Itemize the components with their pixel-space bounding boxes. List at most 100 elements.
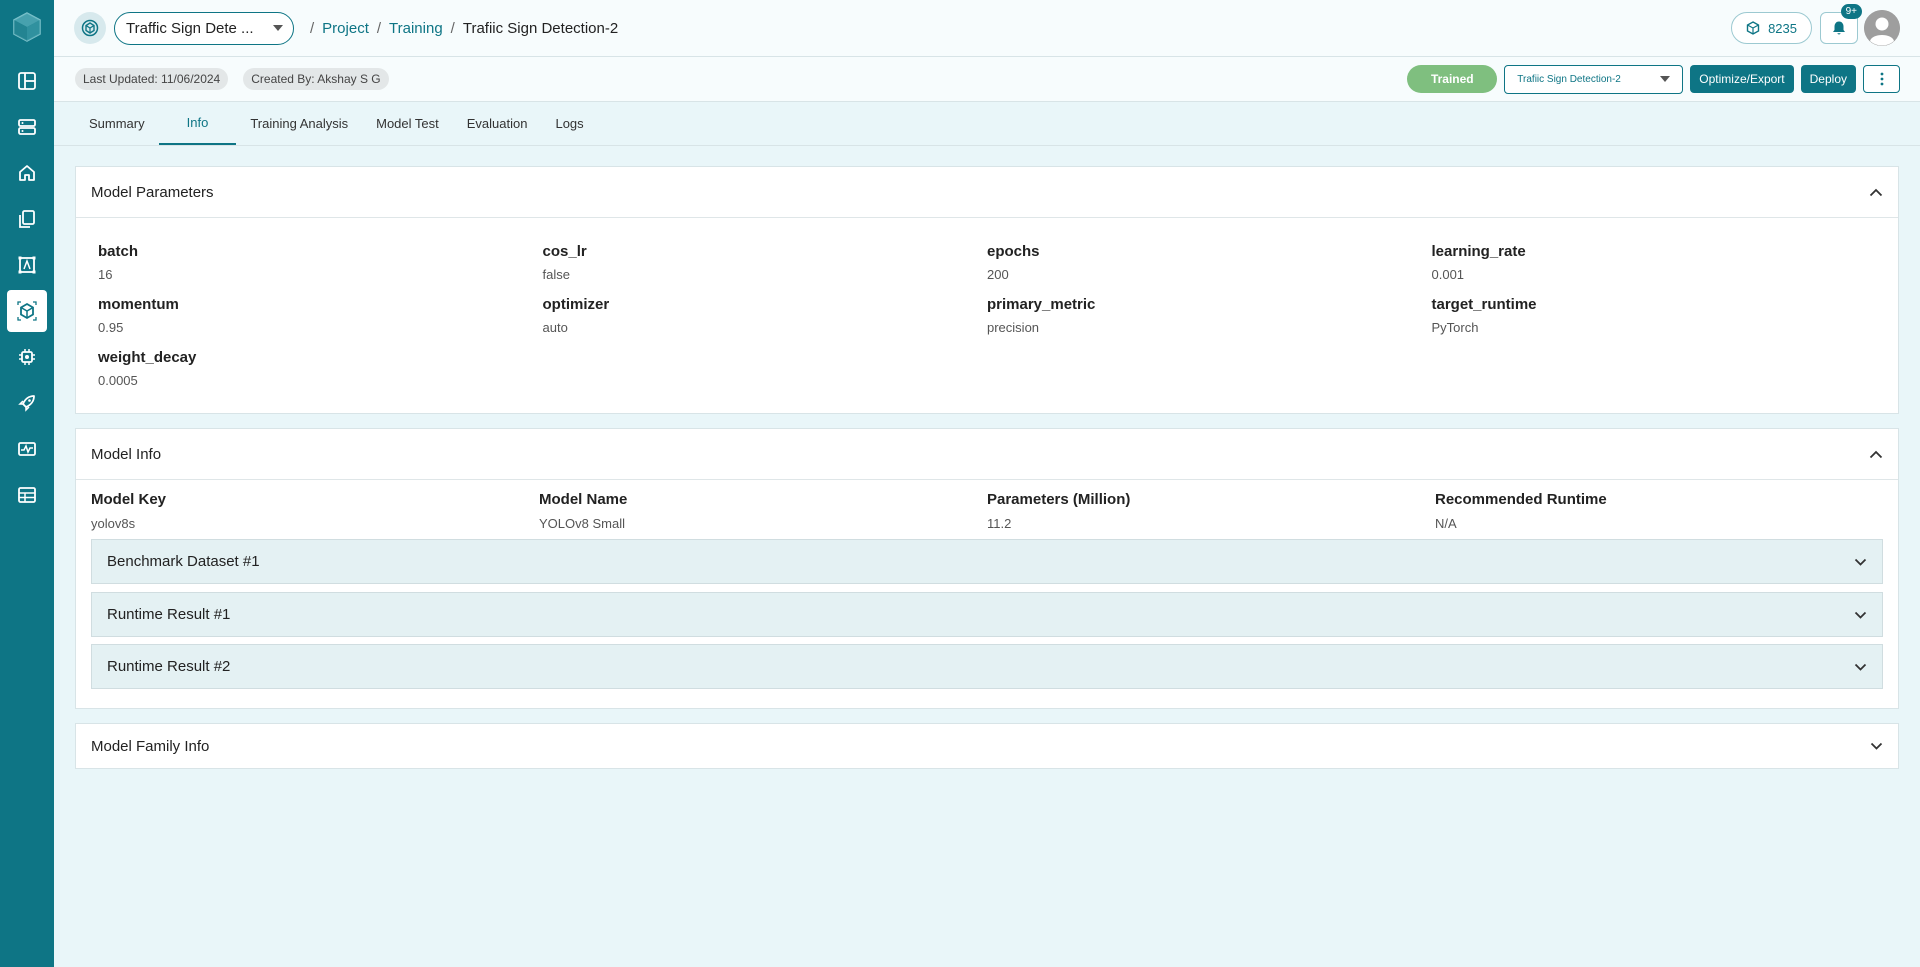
- model-info-header[interactable]: Model Info: [76, 429, 1898, 479]
- server-icon: [18, 119, 36, 135]
- accordion-title: Benchmark Dataset #1: [107, 553, 260, 570]
- tab-model-test[interactable]: Model Test: [362, 102, 453, 145]
- rocket-icon: [18, 395, 35, 412]
- info-value: 11.2: [987, 516, 1012, 531]
- caret-down-icon: [1660, 76, 1671, 82]
- info-key: Parameters (Million): [987, 491, 1131, 508]
- model-version-value: Trafiic Sign Detection-2: [1517, 73, 1621, 85]
- param-value: precision: [987, 320, 1040, 335]
- app-logo-icon[interactable]: [12, 12, 42, 42]
- project-icon[interactable]: [74, 12, 106, 44]
- sidebar-item-dashboard[interactable]: [7, 60, 47, 102]
- project-select-value: Traffic Sign Dete ...: [126, 19, 254, 37]
- sidebar-item-files[interactable]: [7, 198, 47, 240]
- info-item: Model Key yolov8s: [91, 491, 539, 531]
- param-key: primary_metric: [987, 296, 1096, 313]
- avatar[interactable]: [1864, 10, 1900, 46]
- info-item: Recommended Runtime N/A: [1435, 491, 1883, 531]
- optimize-export-button[interactable]: Optimize/Export: [1690, 65, 1794, 93]
- files-icon: [19, 210, 35, 228]
- sidebar-item-data[interactable]: [7, 106, 47, 148]
- created-by-chip: Created By: Akshay S G: [243, 68, 389, 90]
- sidebar-item-reports[interactable]: [7, 474, 47, 516]
- info-item: Model Name YOLOv8 Small: [539, 491, 987, 531]
- home-icon: [19, 165, 35, 181]
- model-version-select[interactable]: Trafiic Sign Detection-2: [1504, 64, 1684, 94]
- breadcrumb: / Project / Training / Trafiic Sign Dete…: [302, 20, 618, 37]
- param-key: batch: [98, 243, 139, 260]
- param-value: 16: [98, 267, 113, 282]
- sidebar-item-monitor[interactable]: [7, 428, 47, 470]
- sidebar-item-deploy[interactable]: [7, 382, 47, 424]
- model-parameters-title: Model Parameters: [91, 183, 214, 201]
- sidebar-item-home[interactable]: [7, 152, 47, 194]
- tab-summary[interactable]: Summary: [75, 102, 159, 145]
- accordion-title: Runtime Result #2: [107, 658, 231, 675]
- param-value: 0.95: [98, 320, 124, 335]
- monitor-icon: [18, 442, 36, 456]
- param-key: momentum: [98, 296, 179, 313]
- sidebar: [0, 0, 54, 967]
- accordion-title: Runtime Result #1: [107, 606, 231, 623]
- model-parameters-panel: Model Parameters batch 16 cos_lr false epo…: [75, 166, 1899, 414]
- benchmark-dataset-accordion[interactable]: Benchmark Dataset #1: [91, 539, 1883, 584]
- runtime-result-1-accordion[interactable]: Runtime Result #1: [91, 592, 1883, 637]
- param-value: auto: [542, 320, 568, 335]
- info-value: N/A: [1435, 516, 1457, 531]
- info-key: Model Name: [539, 491, 628, 508]
- model-parameters-header[interactable]: Model Parameters: [76, 167, 1898, 217]
- chevron-down-icon: [1854, 611, 1867, 619]
- sidebar-item-annotate[interactable]: [7, 244, 47, 286]
- param-value: 200: [987, 267, 1009, 282]
- caret-down-icon: [273, 25, 283, 31]
- breadcrumb-training[interactable]: Training: [389, 20, 443, 37]
- tab-logs[interactable]: Logs: [541, 102, 597, 145]
- notification-badge: 9+: [1840, 4, 1862, 19]
- table-icon: [18, 487, 36, 503]
- model-cube-icon: [17, 301, 37, 321]
- top-header: Traffic Sign Dete ... / Project / Traini…: [54, 0, 1920, 57]
- info-key: Recommended Runtime: [1435, 491, 1607, 508]
- param-item: epochs 200: [987, 243, 1432, 282]
- tab-training-analysis[interactable]: Training Analysis: [236, 102, 362, 145]
- sidebar-item-optimize[interactable]: [7, 336, 47, 378]
- credits-cube-icon: [1746, 21, 1760, 35]
- chevron-down-icon: [1854, 663, 1867, 671]
- model-family-header[interactable]: Model Family Info: [76, 724, 1898, 768]
- param-value: 0.001: [1431, 267, 1465, 282]
- param-item: cos_lr false: [543, 243, 988, 282]
- last-updated-chip: Last Updated: 11/06/2024: [75, 68, 229, 90]
- param-key: weight_decay: [98, 349, 197, 366]
- status-badge: Trained: [1407, 65, 1498, 93]
- param-value: false: [542, 267, 570, 282]
- param-item: batch 16: [98, 243, 543, 282]
- bell-icon: [1833, 21, 1845, 35]
- project-select[interactable]: Traffic Sign Dete ...: [114, 11, 294, 45]
- info-key: Model Key: [91, 491, 167, 508]
- credits-button[interactable]: 8235: [1731, 12, 1812, 44]
- param-key: epochs: [987, 243, 1040, 260]
- tab-evaluation[interactable]: Evaluation: [453, 102, 542, 145]
- tab-info[interactable]: Info: [158, 102, 237, 145]
- sidebar-item-training[interactable]: [7, 290, 47, 332]
- breadcrumb-current: Trafiic Sign Detection-2: [462, 19, 619, 37]
- tabs-divider: [54, 145, 1920, 146]
- model-family-title: Model Family Info: [91, 737, 210, 755]
- more-options-button[interactable]: [1863, 65, 1900, 93]
- info-value: yolov8s: [91, 516, 136, 531]
- param-item: momentum 0.95: [98, 296, 543, 335]
- model-info-title: Model Info: [91, 445, 162, 463]
- chevron-up-icon: [1869, 450, 1883, 458]
- param-item: target_runtime PyTorch: [1432, 296, 1877, 335]
- model-info-grid: Model Key yolov8s Model Name YOLOv8 Small …: [76, 480, 1898, 531]
- runtime-result-2-accordion[interactable]: Runtime Result #2: [91, 644, 1883, 689]
- param-key: optimizer: [542, 296, 610, 313]
- dashboard-icon: [18, 72, 36, 90]
- info-value: YOLOv8 Small: [539, 516, 625, 531]
- breadcrumb-separator: /: [310, 19, 315, 37]
- kebab-menu-icon: [1880, 72, 1883, 86]
- breadcrumb-project[interactable]: Project: [322, 20, 369, 37]
- notifications-button[interactable]: 9+: [1820, 4, 1862, 44]
- deploy-button[interactable]: Deploy: [1800, 65, 1856, 93]
- info-item: Parameters (Million) 11.2: [987, 491, 1435, 531]
